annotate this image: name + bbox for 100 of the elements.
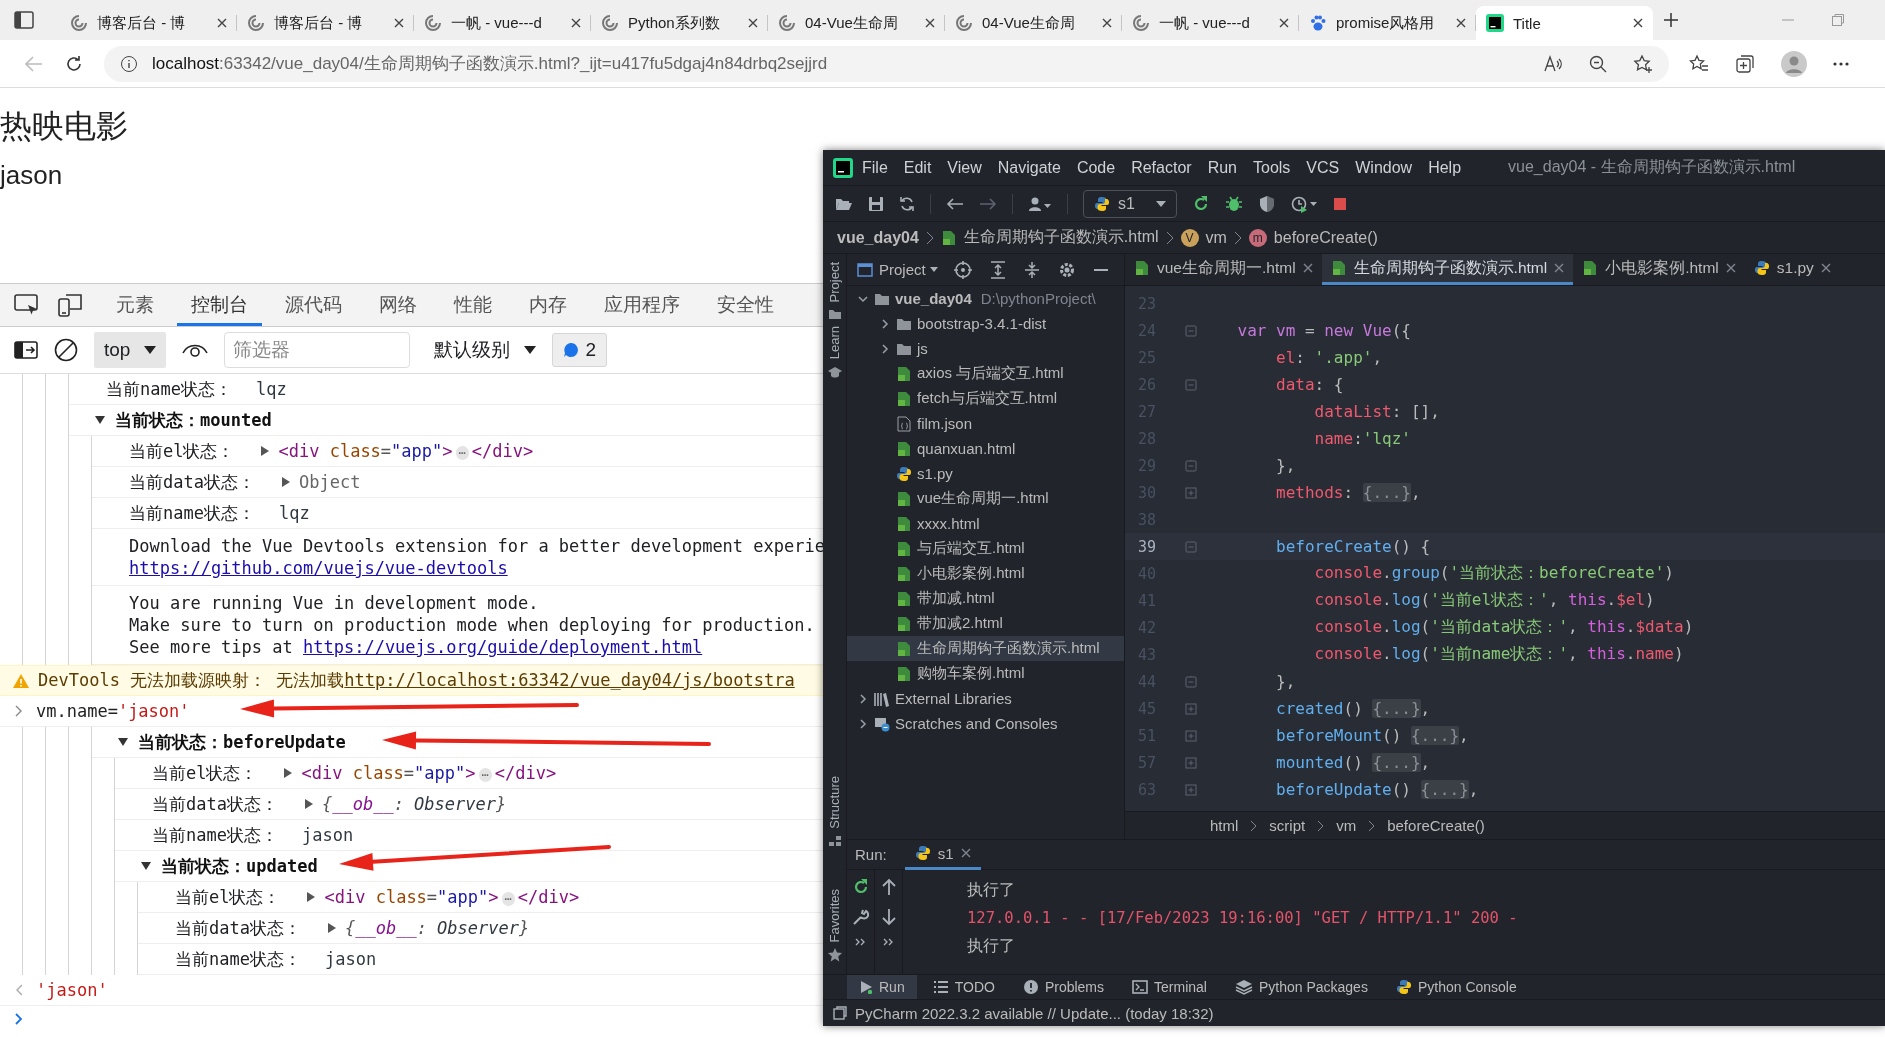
browser-tab[interactable]: 04-Vue生命周 <box>768 6 945 40</box>
fold-marker-icon[interactable] <box>1185 702 1197 715</box>
tool-window-tab[interactable]: Python Packages <box>1222 975 1380 999</box>
sidebar-toggle-icon[interactable] <box>14 11 34 29</box>
issues-button[interactable]: 2 <box>552 333 607 367</box>
clear-console-icon[interactable] <box>54 338 78 362</box>
browser-tab[interactable]: 博客后台 - 博 <box>60 6 237 40</box>
tool-window-label[interactable]: Favorites <box>827 888 842 942</box>
tool-window-tab[interactable]: TODO <box>920 975 1007 999</box>
read-aloud-icon[interactable] <box>1543 54 1563 73</box>
expand-all-icon[interactable] <box>989 260 1006 279</box>
coverage-icon[interactable] <box>1258 194 1276 213</box>
rerun-icon[interactable] <box>1192 194 1210 213</box>
menu-item[interactable]: VCS <box>1299 158 1347 177</box>
close-icon[interactable] <box>394 18 404 28</box>
project-view-select[interactable]: Project <box>879 261 938 278</box>
devtools-tab[interactable]: 安全性 <box>703 284 788 326</box>
fold-marker-icon[interactable] <box>1185 756 1197 769</box>
status-text[interactable]: PyCharm 2022.3.2 available // Update... (today 18:32) <box>855 1004 1214 1022</box>
tree-item[interactable]: fetch与后端交互.html <box>847 386 1124 411</box>
menu-item[interactable]: Code <box>1069 158 1123 177</box>
chevron-icon[interactable] <box>857 717 869 730</box>
profile-icon[interactable] <box>1291 194 1317 213</box>
tree-item[interactable]: Scratches and Consoles <box>847 711 1124 736</box>
close-icon[interactable] <box>1302 263 1313 273</box>
close-icon[interactable] <box>1102 18 1112 28</box>
square-icon[interactable] <box>833 1006 847 1020</box>
collapse-triangle-icon[interactable] <box>94 414 106 426</box>
expand-triangle-icon[interactable] <box>304 891 317 903</box>
filter-field[interactable]: 筛选器 <box>224 332 411 368</box>
devtools-tab[interactable]: 内存 <box>515 284 581 326</box>
close-icon[interactable] <box>1456 18 1466 28</box>
expand-triangle-icon[interactable] <box>281 767 294 779</box>
tree-item[interactable]: axios 与后端交互.html <box>847 361 1124 386</box>
fold-marker-icon[interactable] <box>1185 486 1197 499</box>
close-icon[interactable] <box>1633 18 1643 28</box>
tree-item[interactable]: s1.py <box>847 461 1124 486</box>
zoom-out-icon[interactable] <box>1589 54 1607 73</box>
collapse-all-icon[interactable] <box>1023 260 1040 279</box>
breadcrumb-item[interactable]: beforeCreate() <box>1273 228 1378 247</box>
devtools-tab[interactable]: 网络 <box>365 284 431 326</box>
new-tab-icon[interactable] <box>1663 12 1679 28</box>
tree-item[interactable]: 生命周期钩子函数演示.html <box>847 636 1124 661</box>
fold-marker-icon[interactable] <box>1185 540 1197 553</box>
tree-item[interactable]: film.json <box>847 411 1124 436</box>
tree-item[interactable]: 购物车案例.html <box>847 661 1124 686</box>
close-icon[interactable] <box>1279 18 1289 28</box>
locate-icon[interactable] <box>953 260 972 279</box>
collapse-triangle-icon[interactable] <box>117 736 129 748</box>
devtools-tab[interactable]: 源代码 <box>271 284 356 326</box>
prompt-chevron-icon[interactable] <box>14 1013 24 1025</box>
close-icon[interactable] <box>1725 263 1736 273</box>
forward-icon[interactable] <box>979 196 997 211</box>
editor-tab[interactable]: s1.py <box>1744 254 1840 285</box>
menu-item[interactable]: Help <box>1421 158 1469 177</box>
tree-item[interactable]: 带加减.html <box>847 586 1124 611</box>
menu-item[interactable]: File <box>855 158 895 177</box>
tool-window-label[interactable]: Project <box>827 262 842 303</box>
browser-tab[interactable]: 博客后台 - 博 <box>237 6 414 40</box>
address-bar[interactable]: localhost:63342/vue_day04/生命周期钩子函数演示.html?_ijt=u417fu5dgaj4n84drbq2sejjrd <box>104 45 1669 82</box>
browser-tab[interactable]: 一帆 - vue---d <box>414 6 591 40</box>
context-select[interactable]: top <box>94 332 167 368</box>
add-favorite-icon[interactable] <box>1633 53 1653 74</box>
breadcrumb-item[interactable]: vm <box>1205 228 1227 247</box>
double-chevron-icon[interactable] <box>882 938 895 946</box>
tree-item[interactable]: External Libraries <box>847 686 1124 711</box>
reload-icon[interactable] <box>64 53 84 74</box>
chevron-icon[interactable] <box>857 692 869 705</box>
editor-tab[interactable]: vue生命周期一.html <box>1125 254 1322 285</box>
back-icon[interactable] <box>946 196 964 211</box>
minimize-icon[interactable] <box>1093 268 1108 271</box>
debug-icon[interactable] <box>1225 194 1243 213</box>
browser-tab[interactable]: Python系列数 <box>591 6 768 40</box>
run-config-select[interactable]: s1 <box>1083 189 1177 218</box>
breadcrumb-item[interactable]: vm <box>1336 817 1357 834</box>
menu-item[interactable]: Edit <box>896 158 939 177</box>
tree-item[interactable]: 小电影案例.html <box>847 561 1124 586</box>
breadcrumb-item[interactable]: beforeCreate() <box>1387 817 1485 834</box>
close-icon[interactable] <box>748 18 758 28</box>
close-icon[interactable] <box>571 18 581 28</box>
breadcrumb-item[interactable]: script <box>1269 817 1306 834</box>
fold-marker-icon[interactable] <box>1185 378 1197 391</box>
browser-tab[interactable]: promise风格用 <box>1299 6 1476 40</box>
tree-item[interactable]: bootstrap-3.4.1-dist <box>847 311 1124 336</box>
link[interactable]: https://github.com/vuejs/vue-devtools <box>129 558 508 578</box>
tool-window-tab[interactable]: Run <box>847 975 917 999</box>
fold-marker-icon[interactable] <box>1185 783 1197 796</box>
tree-item[interactable]: vue生命周期一.html <box>847 486 1124 511</box>
devtools-tab[interactable]: 控制台 <box>177 284 262 326</box>
browser-tab[interactable]: Title <box>1476 6 1653 40</box>
tree-item[interactable]: quanxuan.html <box>847 436 1124 461</box>
inspect-icon[interactable] <box>14 293 40 317</box>
browser-tab[interactable]: 一帆 - vue---d <box>1122 6 1299 40</box>
chevron-icon[interactable] <box>879 342 891 355</box>
menu-item[interactable]: Navigate <box>990 158 1068 177</box>
double-chevron-icon[interactable] <box>854 938 867 946</box>
more-icon[interactable] <box>1833 61 1849 66</box>
tree-item[interactable]: xxxx.html <box>847 511 1124 536</box>
process-tab[interactable]: s1 <box>904 839 981 870</box>
stop-icon[interactable] <box>1332 195 1348 212</box>
